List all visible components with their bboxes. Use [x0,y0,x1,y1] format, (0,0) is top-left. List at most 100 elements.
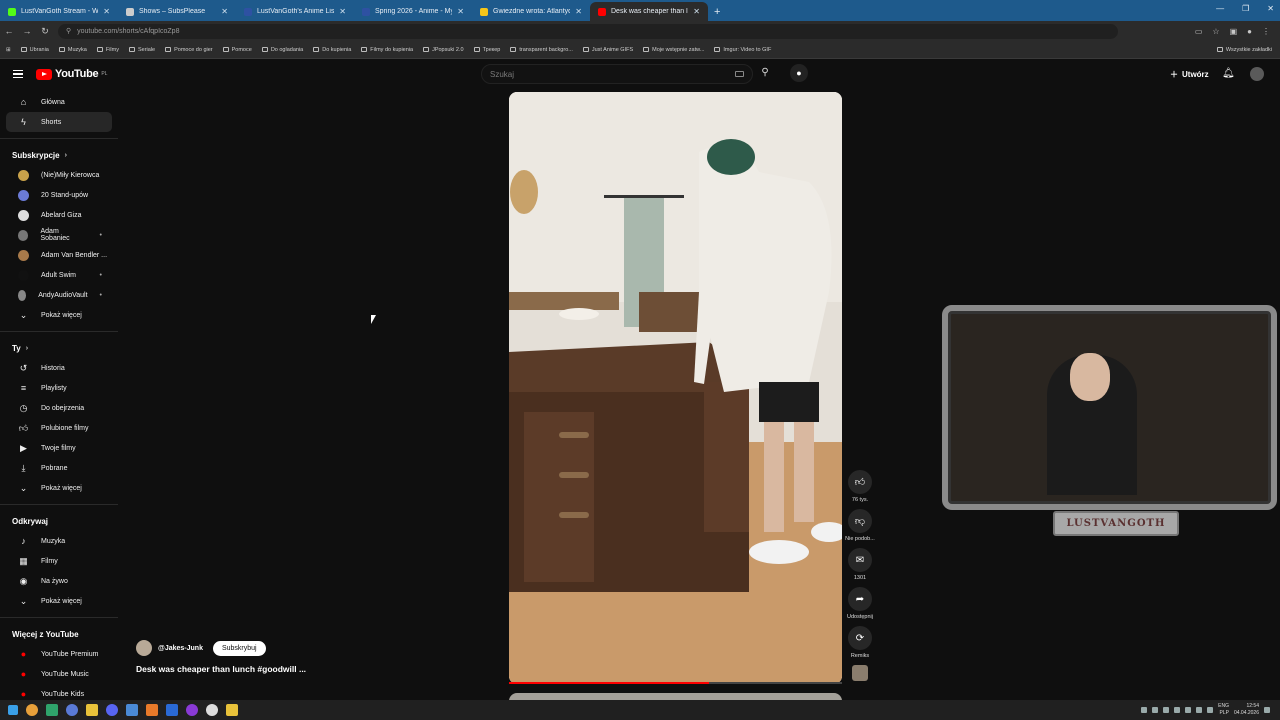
sidebar-item[interactable]: ⌄ Pokaż więcej [6,478,112,498]
sidebar-item[interactable]: ▶ Twoje filmy [6,438,112,458]
menu-dots-icon[interactable]: ⋮ [1262,27,1270,36]
tray-icon[interactable] [1174,707,1181,713]
app-taskbar-icon-3[interactable] [86,704,98,716]
browser-tab[interactable]: Shows – SubsPlease ✕ [118,2,236,21]
tray-icon[interactable] [1185,707,1192,713]
action-thumbs-up[interactable]: 👍︎ 76 tys. [845,470,875,503]
sidebar-item[interactable]: ▦ Filmy [6,551,112,571]
start-icon[interactable] [8,705,18,715]
sidebar-item[interactable]: ● YouTube Music [6,664,112,684]
sidebar-item[interactable]: ϟ Shorts [6,112,112,132]
app-taskbar-icon-5[interactable] [206,704,218,716]
bookmark-item[interactable]: Pomoce do gier [165,47,213,53]
browser-tab[interactable]: Spring 2026 - Anime - MyAnim ✕ [354,2,472,21]
sidebar-item[interactable]: ◷ Do obejrzenia [6,398,112,418]
app-taskbar-icon-1[interactable] [46,704,58,716]
action-share[interactable]: ➦ Udostępnij [845,587,875,620]
sidebar-item[interactable]: ≡ Playlisty [6,378,112,398]
create-button[interactable]: ＋ Utwórz [1170,69,1209,80]
bookmark-item[interactable]: Do ogladania [261,47,303,53]
profile-icon[interactable]: ● [1247,27,1252,36]
browser-tab[interactable]: Desk was cheaper than lunc ✕ [590,2,708,21]
forward-icon[interactable]: → [18,26,36,36]
comment-icon[interactable]: ✉ [848,548,872,572]
clock[interactable]: 12:54 04.04.2026 [1234,703,1259,717]
hamburger-menu-icon[interactable] [13,70,23,78]
app-taskbar-icon-4[interactable] [126,704,138,716]
sidebar-item[interactable]: Adam Van Bendler ... [6,245,112,265]
reload-icon[interactable]: ↻ [36,26,54,37]
site-info-icon[interactable]: ⚲ [66,27,71,35]
action-comment[interactable]: ✉ 1301 [845,548,875,581]
bookmark-item[interactable]: Moje wstępnie zatw... [643,47,704,53]
tray-icon[interactable] [1152,707,1159,713]
tab-close-icon[interactable]: ✕ [221,7,228,16]
subscribe-button[interactable]: Subskrybuj [212,640,266,656]
bookmark-item[interactable]: transparent backgro... [510,47,573,53]
browser-tab[interactable]: LustVanGoth Stream - Watch Li ✕ [0,2,118,21]
bookmark-star-icon[interactable]: ☆ [1212,27,1219,36]
tab-close-icon[interactable]: ✕ [103,7,110,16]
volume-icon[interactable] [1196,707,1203,713]
browser-tab[interactable]: LustVanGoth's Anime List - My ✕ [236,2,354,21]
tab-close-icon[interactable]: ✕ [457,7,464,16]
short-title[interactable]: Desk was cheaper than lunch #goodwill ..… [136,664,306,674]
bookmark-item[interactable]: Filmy do kupienia [361,47,413,53]
video-progress-bar[interactable] [509,682,842,684]
channel-name[interactable]: @Jakes-Junk [158,645,203,652]
bookmark-item[interactable]: Filmy [96,47,119,53]
sidebar-item[interactable]: ⌂ Główna [6,92,112,112]
thumbs-down-icon[interactable]: 👎︎ [848,509,872,533]
maximize-icon[interactable]: ❐ [1242,4,1249,13]
youtube-logo[interactable]: YouTube PL [36,68,107,80]
audio-thumbnail[interactable] [852,665,868,681]
microphone-icon[interactable]: ● [790,64,808,82]
sidebar-item[interactable]: ● YouTube Premium [6,644,112,664]
channel-avatar[interactable] [136,640,152,656]
steam-taskbar-icon[interactable] [166,704,178,716]
action-remix[interactable]: ⟳ Remiks [845,626,875,659]
bookmark-item[interactable]: Just Anime GIFS [582,47,633,53]
sidebar-item[interactable]: Abelard Giza [6,205,112,225]
tab-close-icon[interactable]: ✕ [575,7,582,16]
close-window-icon[interactable]: ✕ [1267,4,1274,13]
file-explorer-taskbar-icon[interactable] [226,704,238,716]
bookmark-item[interactable]: Seriale [128,47,155,53]
sidebar-item[interactable]: ⌄ Pokaż więcej [6,591,112,611]
keyboard-icon[interactable] [735,71,744,77]
cast-icon[interactable]: ▭ [1195,27,1203,36]
notifications-bell-icon[interactable]: 🔔︎ [1222,68,1235,79]
share-icon[interactable]: ➦ [848,587,872,611]
sidebar-item[interactable]: ⌄ Pokaż więcej [6,305,112,325]
url-field[interactable]: ⚲ youtube.com/shorts/cAfqpIcoZp8 [58,23,1118,39]
tab-close-icon[interactable]: ✕ [693,7,700,16]
sidebar-section-title[interactable]: Ty › [0,338,118,358]
all-bookmarks[interactable]: Wszystkie zakładki [1216,47,1272,53]
sidebar-item[interactable]: ◉ Na żywo [6,571,112,591]
remix-icon[interactable]: ⟳ [848,626,872,650]
bookmark-item[interactable]: JPopsuki 2.0 [423,47,464,53]
bookmark-item[interactable]: Трекер [473,47,500,53]
sidebar-item[interactable]: AndyAudioVault • [6,285,112,305]
extension-icon[interactable]: ▣ [1230,27,1238,36]
bookmark-item[interactable]: Do kupienia [313,47,351,53]
search-icon[interactable]: ⚲ [757,67,773,81]
obs-taskbar-icon[interactable] [186,704,198,716]
bookmark-item[interactable]: Muzyka [58,47,87,53]
chrome-taskbar-icon[interactable] [26,704,38,716]
vlc-taskbar-icon[interactable] [146,704,158,716]
network-icon[interactable] [1207,707,1214,713]
thumbs-up-icon[interactable]: 👍︎ [848,470,872,494]
bookmark-item[interactable]: Ubrania [20,47,49,53]
discord-taskbar-icon[interactable] [106,704,118,716]
search-input[interactable]: Szukaj [481,64,753,84]
tab-close-icon[interactable]: ✕ [339,7,346,16]
sidebar-item[interactable]: (Nie)Miły Kierowca [6,165,112,185]
minimize-icon[interactable]: — [1216,4,1224,13]
sidebar-item[interactable]: Adult Swim • [6,265,112,285]
apps-grid-icon[interactable]: ⊞ [6,47,11,53]
sidebar-item[interactable]: 👍︎ Polubione filmy [6,418,112,438]
sidebar-item[interactable]: Adam Sobaniec • [6,225,112,245]
tray-icon[interactable] [1163,707,1170,713]
browser-tab[interactable]: Gwiezdne wrota: Atlantyda / St ✕ [472,2,590,21]
